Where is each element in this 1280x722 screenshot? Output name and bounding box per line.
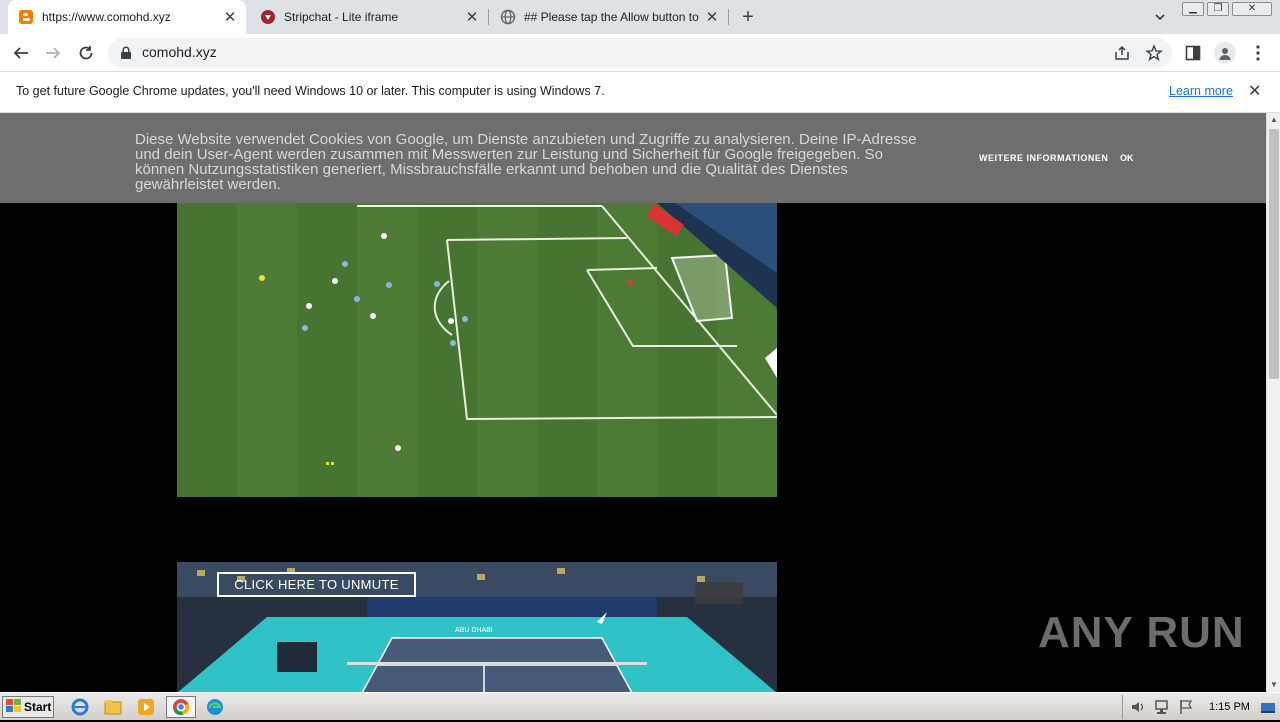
infobar-close-icon[interactable]: ✕ [1248,81,1261,101]
start-button[interactable]: Start [2,696,54,718]
more-info-button[interactable]: WEITERE INFORMATIONEN [979,153,1108,163]
page-content: ABU DHABI CLICK HERE TO UNMUTE Diese Web… [0,113,1266,692]
side-panel-icon[interactable] [1182,42,1204,64]
tab-close-icon[interactable]: ✕ [462,8,482,26]
tennis-video[interactable]: ABU DHABI CLICK HERE TO UNMUTE [177,562,777,692]
scroll-up-icon[interactable]: ▲ [1267,113,1280,127]
stripchat-icon [260,9,276,25]
cookie-text: Diese Website verwendet Cookies von Goog… [135,131,917,193]
tab-close-icon[interactable]: ✕ [702,8,722,26]
action-center-flag-icon[interactable] [1177,698,1197,718]
infobar-message: To get future Google Chrome updates, you… [16,84,605,98]
tab-search-chevron-icon[interactable] [1150,7,1170,27]
windows-logo-icon [6,698,24,716]
tab-separator [488,9,489,25]
minimize-icon[interactable]: ▁ [1182,2,1204,16]
share-icon[interactable] [1113,44,1131,62]
lock-icon[interactable] [120,46,132,65]
forward-arrow-icon[interactable] [42,42,64,64]
kebab-menu-icon[interactable] [1247,42,1269,64]
media-player-icon[interactable] [136,697,156,717]
url-text[interactable]: comohd.xyz [142,44,217,60]
tab-separator [728,9,729,25]
update-infobar: To get future Google Chrome updates, you… [0,72,1280,113]
system-tray [1122,695,1278,719]
file-explorer-icon[interactable] [103,697,123,717]
taskbar-clock[interactable]: 1:15 PM [1209,701,1250,713]
globe-icon [500,9,516,25]
tab-title: https://www.comohd.xyz [42,10,171,24]
soccer-video[interactable] [177,203,777,497]
scroll-down-icon[interactable]: ▼ [1267,678,1280,692]
tab-close-icon[interactable]: ✕ [220,8,240,26]
tab-allow[interactable]: ## Please tap the Allow button to c ✕ [490,0,728,34]
window-controls: ▁ ❐ ✕ [1182,2,1272,16]
edge-icon[interactable] [205,697,225,717]
cookie-banner: Diese Website verwendet Cookies von Goog… [0,113,1266,203]
chrome-taskbar-icon[interactable] [166,696,196,718]
ok-button[interactable]: OK [1120,153,1134,163]
tab-title: Stripchat - Lite iframe [284,10,399,24]
volume-icon[interactable] [1129,698,1149,718]
address-bar[interactable]: comohd.xyz [108,38,1172,68]
internet-explorer-icon[interactable] [70,697,90,717]
tab-title: ## Please tap the Allow button to c [524,10,702,24]
close-window-icon[interactable]: ✕ [1232,2,1272,16]
new-tab-plus-icon[interactable]: + [736,6,760,28]
start-label: Start [24,700,52,714]
court-banner-text: ABU DHABI [455,627,493,634]
windows-taskbar: Start 1:15 PM [0,692,1280,720]
reload-icon[interactable] [75,42,97,64]
page-scrollbar[interactable]: ▲ ▼ [1266,113,1280,692]
tab-comohd[interactable]: https://www.comohd.xyz ✕ [8,0,246,34]
browser-toolbar: comohd.xyz [0,34,1280,72]
blogger-icon [18,9,34,25]
tab-strip: https://www.comohd.xyz ✕ Stripchat - Lit… [0,0,1280,34]
unmute-button[interactable]: CLICK HERE TO UNMUTE [217,572,416,597]
bookmark-star-icon[interactable] [1145,44,1163,62]
profile-avatar-icon[interactable] [1214,42,1236,64]
back-arrow-icon[interactable] [10,42,32,64]
network-icon[interactable] [1153,698,1173,718]
scrollbar-thumb[interactable] [1269,129,1279,379]
show-desktop-icon[interactable] [1259,699,1279,719]
tab-stripchat[interactable]: Stripchat - Lite iframe ✕ [250,0,488,34]
anyrun-watermark: ANY RUN [1038,608,1245,657]
restore-icon[interactable]: ❐ [1207,2,1229,16]
learn-more-link[interactable]: Learn more [1169,84,1233,98]
